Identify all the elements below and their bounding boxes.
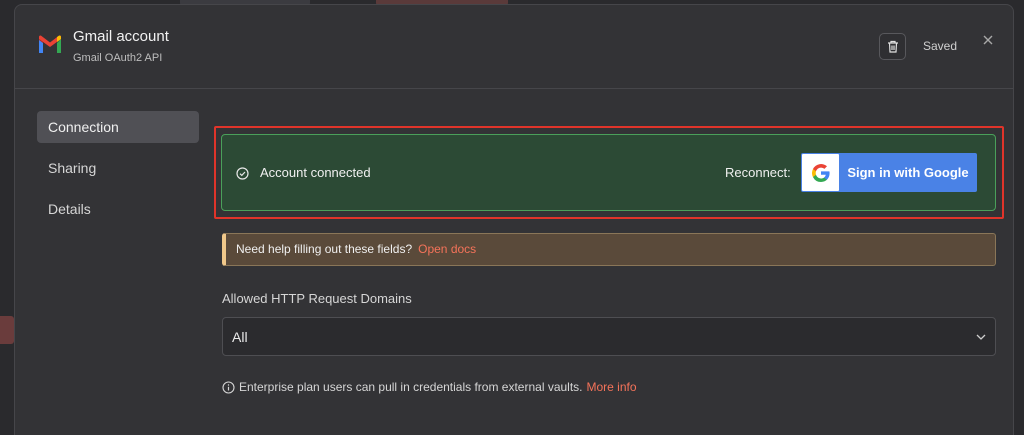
open-docs-link[interactable]: Open docs xyxy=(418,242,476,256)
info-icon xyxy=(222,380,235,394)
background-node xyxy=(0,316,14,344)
google-g-icon xyxy=(802,154,839,191)
account-status-text: Account connected xyxy=(260,165,371,180)
reconnect-label: Reconnect: xyxy=(725,165,791,180)
modal-sidebar: Connection Sharing Details xyxy=(37,111,199,234)
credential-modal: Gmail account Gmail OAuth2 API Saved Con… xyxy=(14,4,1014,435)
saved-status: Saved xyxy=(923,39,958,53)
chevron-down-icon xyxy=(976,334,986,340)
delete-button[interactable] xyxy=(879,33,906,60)
modal-header: Gmail account Gmail OAuth2 API Saved xyxy=(15,5,1013,89)
sign-in-with-google-button[interactable]: Sign in with Google xyxy=(801,153,977,192)
enterprise-info: Enterprise plan users can pull in creden… xyxy=(222,380,637,394)
gmail-logo-icon xyxy=(39,35,61,53)
allowed-domains-select[interactable]: All xyxy=(222,317,996,356)
help-notice: Need help filling out these fields? Open … xyxy=(222,233,996,266)
check-circle-icon xyxy=(236,167,249,180)
allowed-domains-value: All xyxy=(232,329,248,345)
google-button-label: Sign in with Google xyxy=(847,165,969,180)
more-info-link[interactable]: More info xyxy=(587,380,637,394)
sidebar-item-sharing[interactable]: Sharing xyxy=(37,152,199,184)
credential-title: Gmail account xyxy=(73,28,169,45)
enterprise-text: Enterprise plan users can pull in creden… xyxy=(239,380,583,394)
trash-icon xyxy=(887,40,898,53)
allowed-domains-label: Allowed HTTP Request Domains xyxy=(222,291,412,306)
sidebar-item-connection[interactable]: Connection xyxy=(37,111,199,143)
sidebar-item-details[interactable]: Details xyxy=(37,193,199,225)
help-text: Need help filling out these fields? xyxy=(236,242,413,256)
credential-type: Gmail OAuth2 API xyxy=(73,52,163,64)
close-icon[interactable] xyxy=(981,33,995,47)
account-connected-banner: Account connected Reconnect: Sign in wit… xyxy=(221,134,996,211)
